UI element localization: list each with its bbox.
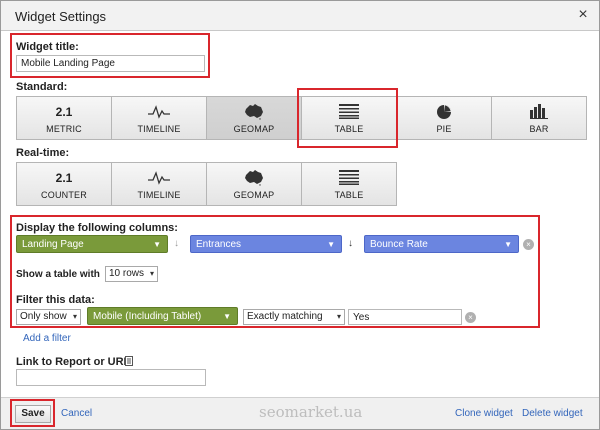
- realtime-viz-buttons: 2.1 COUNTER TIMELINE GEOMAP TABLE: [16, 162, 397, 206]
- add-filter-link[interactable]: Add a filter: [23, 333, 71, 344]
- standard-geomap-button[interactable]: GEOMAP: [206, 96, 302, 140]
- filter-dimension-dropdown[interactable]: Mobile (Including Tablet) ▼: [87, 307, 238, 325]
- remove-filter-icon[interactable]: ×: [465, 312, 476, 323]
- columns-label: Display the following columns:: [16, 222, 178, 234]
- save-button[interactable]: Save: [15, 405, 51, 423]
- clone-widget-link[interactable]: Clone widget: [455, 408, 513, 419]
- remove-column-icon[interactable]: ×: [523, 239, 534, 250]
- widget-settings-dialog: Widget Settings × Widget title: Standard…: [0, 0, 600, 430]
- link-label: Link to Report or URL:: [16, 356, 134, 368]
- chevron-down-icon: ▾: [149, 269, 154, 278]
- dialog-titlebar: Widget Settings ×: [1, 1, 599, 31]
- filter-value-input[interactable]: [348, 309, 462, 325]
- geomap-icon: [244, 103, 264, 121]
- standard-label: Standard:: [16, 81, 68, 93]
- dialog-title: Widget Settings: [15, 9, 107, 24]
- chevron-down-icon: ▼: [153, 240, 161, 249]
- table-rows-select[interactable]: 10 rows ▾: [105, 266, 158, 282]
- bar-icon: [530, 103, 548, 121]
- chevron-down-icon: ▼: [504, 240, 512, 249]
- counter-icon: 2.1: [55, 170, 73, 185]
- sort-arrow-icon[interactable]: ↓: [174, 238, 179, 249]
- standard-metric-button[interactable]: 2.1 METRIC: [16, 96, 112, 140]
- chevron-down-icon: ▾: [336, 312, 341, 321]
- geomap-icon: [244, 169, 264, 187]
- widget-title-label: Widget title:: [16, 41, 79, 53]
- filter-match-select[interactable]: Exactly matching ▾: [243, 309, 345, 325]
- metric1-dropdown[interactable]: Entrances ▼: [190, 235, 342, 253]
- filter-label: Filter this data:: [16, 294, 95, 306]
- standard-bar-button[interactable]: BAR: [491, 96, 587, 140]
- filter-mode-select[interactable]: Only show ▾: [16, 309, 81, 325]
- watermark: seomarket.ua: [259, 403, 363, 421]
- table-icon: [339, 103, 359, 121]
- realtime-table-button[interactable]: TABLE: [301, 162, 397, 206]
- realtime-timeline-button[interactable]: TIMELINE: [111, 162, 207, 206]
- chevron-down-icon: ▼: [327, 240, 335, 249]
- standard-pie-button[interactable]: PIE: [396, 96, 492, 140]
- timeline-icon: [148, 103, 170, 121]
- standard-timeline-button[interactable]: TIMELINE: [111, 96, 207, 140]
- realtime-counter-button[interactable]: 2.1 COUNTER: [16, 162, 112, 206]
- delete-widget-link[interactable]: Delete widget: [522, 408, 583, 419]
- realtime-label: Real-time:: [16, 147, 70, 159]
- link-url-input[interactable]: [16, 369, 206, 386]
- table-rows-label: Show a table with: [16, 269, 100, 280]
- close-icon[interactable]: ×: [573, 5, 593, 25]
- cancel-link[interactable]: Cancel: [61, 408, 92, 419]
- chevron-down-icon: ▾: [72, 312, 77, 321]
- metric-icon: 2.1: [55, 104, 73, 119]
- chevron-down-icon: ▼: [223, 312, 231, 321]
- table-icon: [339, 169, 359, 187]
- document-icon: [125, 356, 133, 369]
- sort-arrow-icon[interactable]: ↓: [348, 238, 353, 249]
- pie-icon: [436, 103, 452, 121]
- standard-viz-buttons: 2.1 METRIC TIMELINE GEOMAP TABLE PIE BAR: [16, 96, 587, 140]
- standard-table-button[interactable]: TABLE: [301, 96, 397, 140]
- timeline-icon: [148, 169, 170, 187]
- dimension-dropdown[interactable]: Landing Page ▼: [16, 235, 168, 253]
- metric2-dropdown[interactable]: Bounce Rate ▼: [364, 235, 519, 253]
- widget-title-input[interactable]: [16, 55, 205, 72]
- realtime-geomap-button[interactable]: GEOMAP: [206, 162, 302, 206]
